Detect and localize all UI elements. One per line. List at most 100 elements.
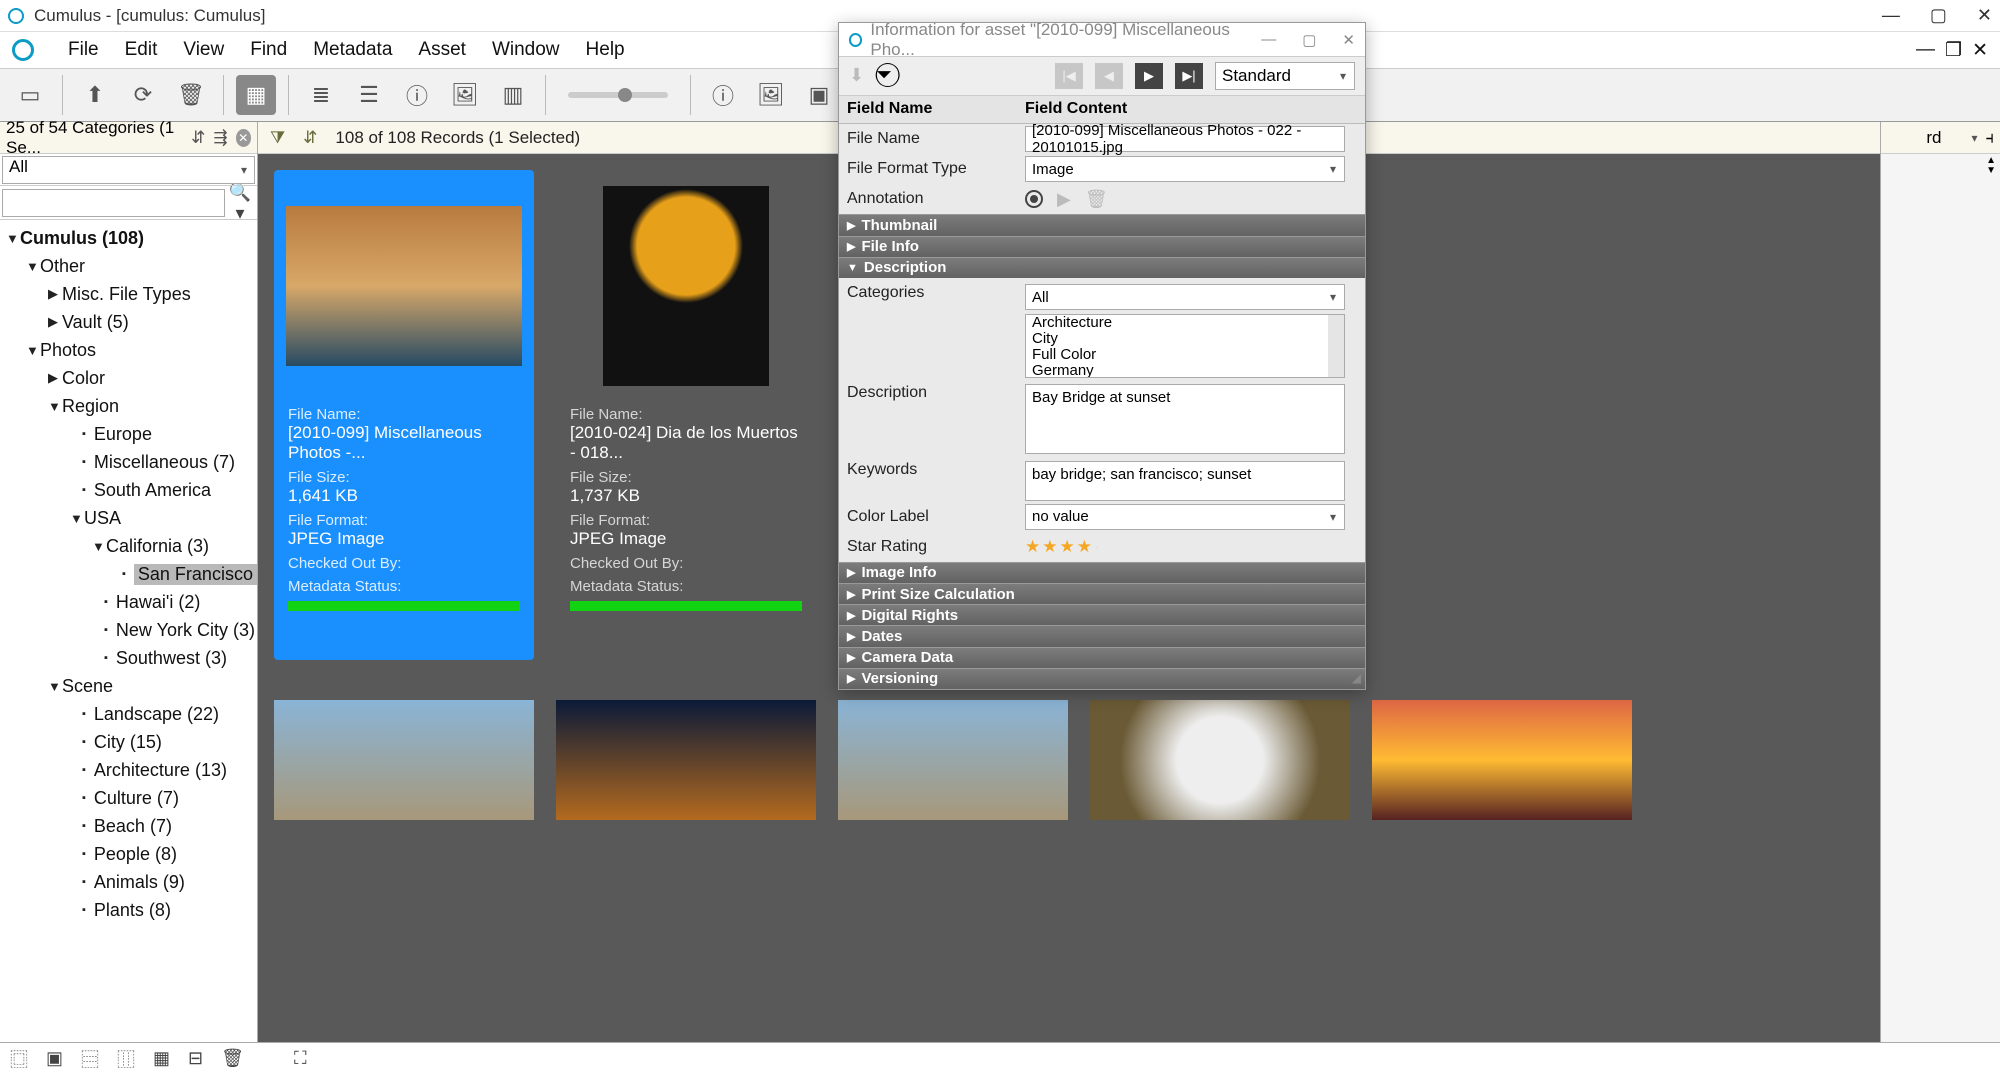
sidebar-filter[interactable]: All▾ <box>0 154 257 186</box>
zoom-slider[interactable] <box>568 92 668 98</box>
panel-minimize-button[interactable]: — <box>1261 31 1276 49</box>
image-icon[interactable]: 🖼 <box>445 75 485 115</box>
tree-icon[interactable]: ⇶ <box>213 128 227 148</box>
hierarchy-icon[interactable]: ⇵ <box>303 128 317 148</box>
sb-icon[interactable]: ⿲ <box>117 1046 135 1072</box>
minimize-button[interactable]: — <box>1882 5 1900 26</box>
close-button[interactable]: ✕ <box>1977 5 1992 26</box>
section-camera-data[interactable]: ▶Camera Data <box>839 647 1365 668</box>
thumbnail[interactable] <box>556 700 816 820</box>
new-icon[interactable]: ▭ <box>10 75 50 115</box>
preview-icon[interactable]: 🖼 <box>751 75 791 115</box>
menu-help[interactable]: Help <box>586 39 625 61</box>
thumbnail[interactable] <box>838 700 1068 820</box>
tree-item[interactable]: Vault (5) <box>62 312 129 333</box>
tree-item[interactable]: Beach (7) <box>94 816 172 837</box>
tree-item[interactable]: Hawai'i (2) <box>116 592 200 613</box>
upload-icon[interactable]: ⬆ <box>75 75 115 115</box>
play-icon[interactable]: ▶ <box>1057 189 1071 210</box>
categories-listbox[interactable]: Architecture City Full Color Germany <box>1025 314 1345 378</box>
info2-icon[interactable]: ⓘ <box>703 75 743 115</box>
section-print-size[interactable]: ▶Print Size Calculation <box>839 583 1365 604</box>
sb-icon[interactable]: ▣ <box>46 1048 63 1069</box>
menu-file[interactable]: File <box>68 39 99 61</box>
tree-item[interactable]: California (3) <box>106 536 209 557</box>
menu-asset[interactable]: Asset <box>418 39 466 61</box>
view-set-select[interactable]: Standard▾ <box>1215 62 1355 90</box>
last-icon[interactable]: ▶| <box>1175 63 1203 89</box>
tree-region[interactable]: Region <box>62 396 119 417</box>
grid-view-icon[interactable]: ▦ <box>236 75 276 115</box>
section-file-info[interactable]: ▶File Info <box>839 236 1365 257</box>
file-name-input[interactable]: [2010-099] Miscellaneous Photos - 022 - … <box>1025 126 1345 152</box>
color-label-select[interactable]: no value▾ <box>1025 504 1345 530</box>
section-description[interactable]: ▼Description <box>839 257 1365 278</box>
menu-find[interactable]: Find <box>250 39 287 61</box>
keywords-textarea[interactable]: bay bridge; san francisco; sunset <box>1025 461 1345 501</box>
clear-icon[interactable]: ✕ <box>236 129 251 147</box>
section-digital-rights[interactable]: ▶Digital Rights <box>839 604 1365 625</box>
sb-icon[interactable]: 🗑 <box>221 1048 244 1069</box>
sidebar-search-input[interactable] <box>2 189 225 217</box>
file-format-select[interactable]: Image▾ <box>1025 156 1345 182</box>
section-thumbnail[interactable]: ▶Thumbnail <box>839 214 1365 235</box>
mdi-close-button[interactable]: ✕ <box>1972 39 1988 62</box>
sb-icon[interactable]: ⊟ <box>188 1048 203 1069</box>
refresh-icon[interactable]: ⟳ <box>123 75 163 115</box>
mdi-restore-button[interactable]: ❐ <box>1945 39 1962 62</box>
list-view-icon[interactable]: ≣ <box>301 75 341 115</box>
section-image-info[interactable]: ▶Image Info <box>839 562 1365 583</box>
sort-icon[interactable]: ⇵ <box>191 128 205 148</box>
tree-photos[interactable]: Photos <box>40 340 96 361</box>
filter-icon[interactable]: ⧩ <box>270 128 285 148</box>
menu-edit[interactable]: Edit <box>125 39 158 61</box>
panel-close-button[interactable]: ✕ <box>1342 31 1355 49</box>
menu-view[interactable]: View <box>183 39 224 61</box>
tree-item[interactable]: People (8) <box>94 844 177 865</box>
tree-item[interactable]: Architecture (13) <box>94 760 227 781</box>
resize-grip-icon[interactable]: ◢ <box>1352 671 1361 685</box>
expand-icon[interactable]: ⫞ <box>1986 128 1995 148</box>
layout-icon[interactable]: ▥ <box>493 75 533 115</box>
tree-item[interactable]: City (15) <box>94 732 162 753</box>
section-dates[interactable]: ▶Dates <box>839 625 1365 646</box>
next-icon[interactable]: ▶ <box>1135 63 1163 89</box>
download-icon[interactable]: ⬇ <box>849 65 864 86</box>
sb-icon[interactable]: ⿴ <box>10 1046 28 1072</box>
sb-icon[interactable]: ▦ <box>153 1048 170 1069</box>
star-rating[interactable]: ★★★★· <box>1025 537 1102 556</box>
tree-item[interactable]: South America <box>94 480 211 501</box>
first-icon[interactable]: |◀ <box>1055 63 1083 89</box>
tree-item[interactable]: Southwest (3) <box>116 648 227 669</box>
thumbnail[interactable] <box>274 700 534 820</box>
sb-icon[interactable]: ⿳ <box>81 1046 99 1072</box>
tree-item[interactable]: Landscape (22) <box>94 704 219 725</box>
search-icon[interactable]: 🔍▾ <box>225 182 255 224</box>
sb-icon[interactable]: ⛶ <box>294 1048 307 1069</box>
menu-window[interactable]: Window <box>492 39 560 61</box>
info-icon[interactable]: ⓘ <box>397 75 437 115</box>
delete-icon[interactable]: 🗑 <box>1085 189 1108 210</box>
menu-metadata[interactable]: Metadata <box>313 39 392 61</box>
tree-scene[interactable]: Scene <box>62 676 113 697</box>
tree-item[interactable]: Animals (9) <box>94 872 185 893</box>
panel-maximize-button[interactable]: ▢ <box>1302 31 1316 49</box>
tree-item[interactable]: Misc. File Types <box>62 284 191 305</box>
record-card-selected[interactable]: File Name: [2010-099] Miscellaneous Phot… <box>274 170 534 660</box>
tree-item[interactable]: Miscellaneous (7) <box>94 452 235 473</box>
tree-item[interactable]: Culture (7) <box>94 788 179 809</box>
trash-icon[interactable]: 🗑 <box>171 75 211 115</box>
record-icon[interactable] <box>1025 190 1043 208</box>
tree-item[interactable]: Color <box>62 368 105 389</box>
tree-item-selected[interactable]: San Francisco (6) <box>134 564 257 585</box>
tree-root[interactable]: Cumulus (108) <box>20 228 144 249</box>
thumbnail[interactable] <box>1372 700 1632 820</box>
tree-usa[interactable]: USA <box>84 508 121 529</box>
prev-icon[interactable]: ◀ <box>1095 63 1123 89</box>
mdi-minimize-button[interactable]: — <box>1916 39 1935 62</box>
thumbnail[interactable] <box>1090 700 1350 820</box>
tree-item[interactable]: Plants (8) <box>94 900 171 921</box>
categories-filter-select[interactable]: All▾ <box>1025 284 1345 310</box>
slideshow-icon[interactable]: ▣ <box>799 75 839 115</box>
tree-other[interactable]: Other <box>40 256 85 277</box>
